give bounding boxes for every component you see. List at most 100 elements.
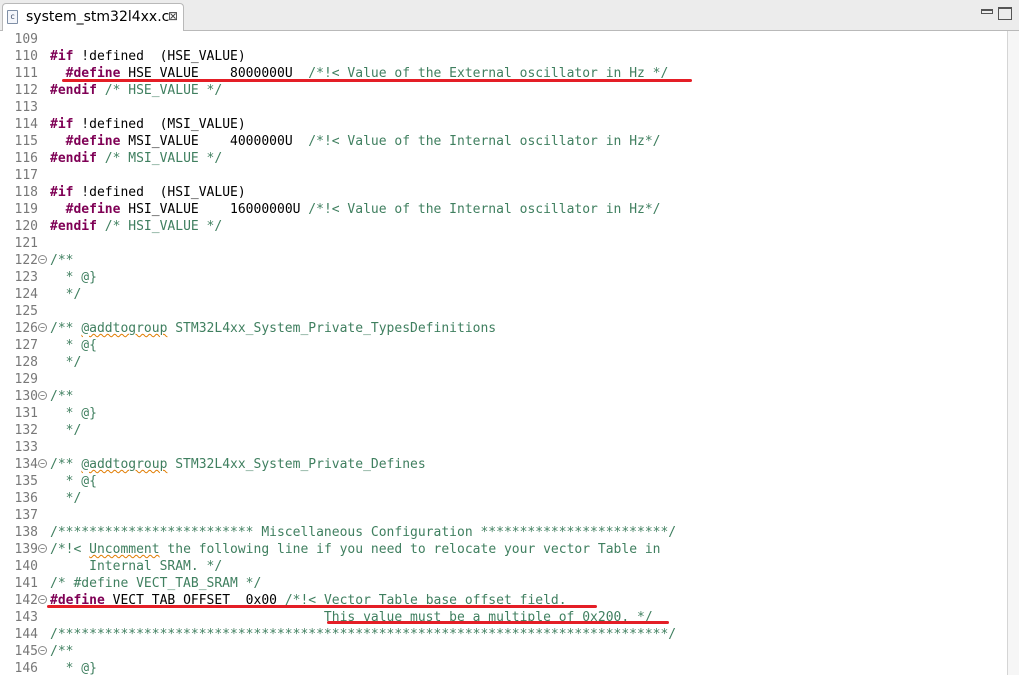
line-code: #endif /* HSI_VALUE */ xyxy=(50,218,222,235)
code-line[interactable]: 123 * @} xyxy=(0,269,1007,286)
code-line[interactable]: 126−/** @addtogroup STM32L4xx_System_Pri… xyxy=(0,320,1007,337)
line-number: 129 xyxy=(14,372,38,387)
vertical-scrollbar[interactable] xyxy=(1007,31,1019,675)
code-line[interactable]: 140 Internal SRAM. */ xyxy=(0,558,1007,575)
fold-toggle-icon[interactable]: − xyxy=(38,595,47,604)
code-line[interactable]: 145−/** xyxy=(0,643,1007,660)
minimize-icon[interactable] xyxy=(980,7,994,20)
line-number: 111 xyxy=(14,66,38,81)
code-token: STM32L4xx_System_Private_Defines xyxy=(167,457,426,472)
line-number: 134 xyxy=(14,457,38,472)
code-line[interactable]: 118 #if !defined (HSI_VALUE) xyxy=(0,184,1007,201)
line-number: 123 xyxy=(14,270,38,285)
line-code: #endif /* MSI_VALUE */ xyxy=(50,150,222,167)
line-code: * @{ xyxy=(50,473,97,490)
code-line[interactable]: 116 #endif /* MSI_VALUE */ xyxy=(0,150,1007,167)
line-number: 114 xyxy=(14,117,38,132)
line-code: */ xyxy=(50,422,82,439)
close-icon[interactable]: ⊠ xyxy=(168,9,178,23)
code-line[interactable]: 134−/** @addtogroup STM32L4xx_System_Pri… xyxy=(0,456,1007,473)
code-line[interactable]: 127 * @{ xyxy=(0,337,1007,354)
code-token: /* #define VECT_TAB_SRAM */ xyxy=(50,576,262,591)
code-line[interactable]: 141 /* #define VECT_TAB_SRAM */ xyxy=(0,575,1007,592)
line-code: * @} xyxy=(50,405,97,422)
line-code: #define MSI_VALUE 4000000U /*!< Value of… xyxy=(50,133,661,150)
code-token: */ xyxy=(50,355,82,370)
code-token: /** xyxy=(50,644,74,659)
line-code: /** xyxy=(50,252,73,269)
line-number: 120 xyxy=(14,219,38,234)
code-token: /** xyxy=(50,321,82,336)
code-line[interactable]: 131 * @} xyxy=(0,405,1007,422)
code-token: !defined (HSI_VALUE) xyxy=(73,185,246,200)
line-number: 141 xyxy=(14,576,38,591)
line-number: 143 xyxy=(14,610,38,625)
code-line[interactable]: 146 * @} xyxy=(0,660,1007,675)
code-line[interactable]: 139−/*!< Uncomment the following line if… xyxy=(0,541,1007,558)
code-line[interactable]: 115 #define MSI_VALUE 4000000U /*!< Valu… xyxy=(0,133,1007,150)
code-line[interactable]: 119 #define HSI_VALUE 16000000U /*!< Val… xyxy=(0,201,1007,218)
code-line[interactable]: 122−/** xyxy=(0,252,1007,269)
line-code: * @{ xyxy=(50,337,97,354)
fold-toggle-icon[interactable]: − xyxy=(38,459,47,468)
code-line[interactable]: 120 #endif /* HSI_VALUE */ xyxy=(0,218,1007,235)
line-code: /** xyxy=(50,643,73,660)
fold-toggle-icon[interactable]: − xyxy=(38,391,47,400)
code-line[interactable]: 112 #endif /* HSE_VALUE */ xyxy=(0,82,1007,99)
line-number: 139 xyxy=(14,542,38,557)
fold-toggle-icon[interactable]: − xyxy=(38,646,47,655)
code-editor[interactable]: 146 * @} 145−/** 144/*********************… xyxy=(0,31,1007,675)
line-number: 124 xyxy=(14,287,38,302)
code-token: /** xyxy=(50,389,74,404)
line-number: 133 xyxy=(14,440,38,455)
fold-toggle-icon[interactable]: − xyxy=(38,255,47,264)
code-line[interactable]: 137 xyxy=(0,507,1007,524)
code-token: #endif xyxy=(50,219,97,234)
code-line[interactable]: 132 */ xyxy=(0,422,1007,439)
line-number: 117 xyxy=(14,168,38,183)
code-line[interactable]: 109 xyxy=(0,31,1007,48)
line-code: /* #define VECT_TAB_SRAM */ xyxy=(50,575,261,592)
code-line[interactable]: 128 */ xyxy=(0,354,1007,371)
code-line[interactable]: 136 */ xyxy=(0,490,1007,507)
code-token: HSI_VALUE 16000000U xyxy=(120,202,309,217)
fold-toggle-icon[interactable]: − xyxy=(38,323,47,332)
code-line[interactable]: 125 xyxy=(0,303,1007,320)
line-number: 115 xyxy=(14,134,38,149)
file-tab[interactable]: c system_stm32l4xx.c ⊠ xyxy=(2,3,184,31)
code-line[interactable]: 129 xyxy=(0,371,1007,388)
line-number: 119 xyxy=(14,202,38,217)
code-token: */ xyxy=(50,423,82,438)
red-underline-annotation xyxy=(62,79,692,82)
red-underline-annotation xyxy=(47,605,597,608)
code-token: the following line if you need to reloca… xyxy=(159,542,661,557)
line-number: 116 xyxy=(14,151,38,166)
c-file-icon: c xyxy=(7,10,18,24)
line-number: 127 xyxy=(14,338,38,353)
code-line[interactable]: 113 xyxy=(0,99,1007,116)
code-line[interactable]: 114 #if !defined (MSI_VALUE) xyxy=(0,116,1007,133)
fold-toggle-icon[interactable]: − xyxy=(38,544,47,553)
code-line[interactable]: 135 * @{ xyxy=(0,473,1007,490)
code-line[interactable]: 144 /************************************… xyxy=(0,626,1007,643)
line-number: 145 xyxy=(14,644,38,659)
code-token: /*!< xyxy=(50,542,90,557)
line-number: 146 xyxy=(14,661,38,675)
code-line[interactable]: 124 */ xyxy=(0,286,1007,303)
code-line[interactable]: 121 xyxy=(0,235,1007,252)
code-line[interactable]: 130−/** xyxy=(0,388,1007,405)
code-line[interactable]: 138 /************************* Miscellane… xyxy=(0,524,1007,541)
line-number: 142 xyxy=(14,593,38,608)
code-token: /*!< Value of the Internal oscillator in… xyxy=(308,202,661,217)
line-number: 112 xyxy=(14,83,38,98)
code-line[interactable]: 133 xyxy=(0,439,1007,456)
maximize-icon[interactable] xyxy=(998,7,1012,20)
code-line[interactable]: 110 #if !defined (HSE_VALUE) xyxy=(0,48,1007,65)
code-token: #if xyxy=(50,185,74,200)
code-token: /** xyxy=(50,457,82,472)
code-line[interactable]: 117 xyxy=(0,167,1007,184)
